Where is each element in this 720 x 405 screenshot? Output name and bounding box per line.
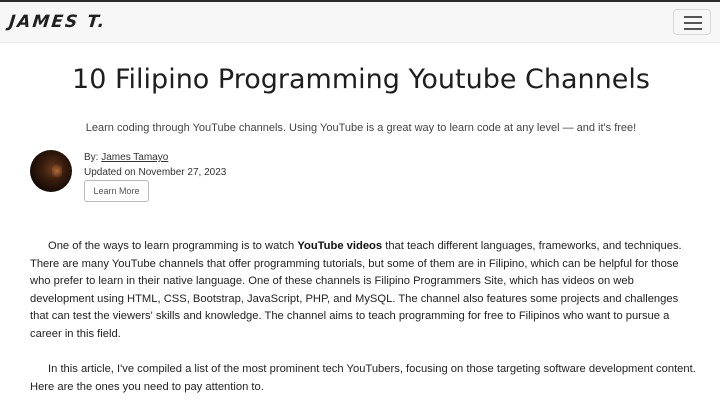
author-link[interactable]: James Tamayo — [101, 152, 168, 163]
intro-paragraph: One of the ways to learn programming is … — [30, 238, 696, 344]
page-title: 10 Filipino Programming Youtube Channels — [72, 64, 650, 95]
brand-logo[interactable]: JAMES T. — [8, 12, 107, 32]
author-byline: By: James Tamayo — [84, 152, 168, 163]
hamburger-menu-icon[interactable] — [673, 9, 711, 35]
updated-date: Updated on November 27, 2023 — [84, 167, 227, 178]
navbar: JAMES T. — [0, 2, 720, 43]
avatar-highlight — [52, 162, 62, 180]
by-label: By: — [84, 152, 99, 163]
page-subtitle: Learn coding through YouTube channels. U… — [85, 122, 637, 134]
menu-bar — [684, 28, 702, 30]
menu-bar — [684, 16, 702, 18]
learn-more-button[interactable]: Learn More — [84, 180, 149, 202]
p1-bold-text: YouTube videos — [297, 240, 383, 252]
author-avatar — [30, 150, 72, 192]
second-paragraph: In this article, I've compiled a list of… — [30, 363, 696, 393]
menu-bar — [684, 22, 702, 24]
p1-text-start: One of the ways to learn programming is … — [48, 240, 298, 252]
p1-text-rest: that teach different languages, framewor… — [30, 240, 682, 340]
